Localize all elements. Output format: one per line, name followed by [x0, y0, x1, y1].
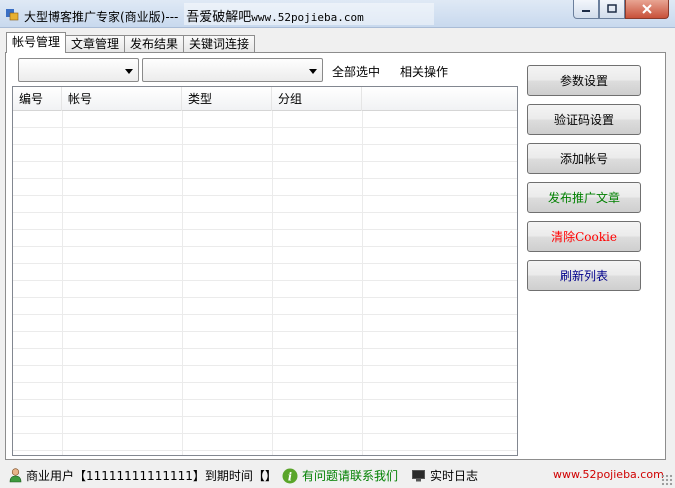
tab-strip: 帐号管理 文章管理 发布结果 关键词连接 — [6, 32, 256, 53]
related-operations-menu[interactable]: 相关操作 — [400, 63, 448, 80]
monitor-icon — [412, 469, 425, 481]
column-header-account[interactable]: 帐号 — [62, 87, 182, 111]
chevron-down-icon — [309, 69, 317, 74]
select-all-link[interactable]: 全部选中 — [332, 63, 380, 80]
resize-grip[interactable] — [661, 474, 673, 486]
app-icon — [6, 9, 19, 21]
user-status: 商业用户【11111111111111】到期时间【】 — [9, 467, 277, 484]
tab-account-management[interactable]: 帐号管理 — [6, 32, 67, 53]
maximize-icon — [607, 4, 617, 13]
column-divider — [272, 111, 273, 455]
list-header: 编号 帐号 类型 分组 — [13, 87, 517, 111]
contact-us-link[interactable]: i 有问题请联系我们 — [282, 467, 398, 484]
status-bar: 商业用户【11111111111111】到期时间【】 i 有问题请联系我们 实时… — [0, 460, 675, 488]
contact-us-text[interactable]: 有问题请联系我们 — [302, 467, 398, 484]
window-title: 大型博客推广专家(商业版)--- 吾爱破解吧www.52pojieba.com — [24, 6, 364, 25]
watermark: www.52pojieba.com — [553, 468, 664, 481]
parameter-settings-button[interactable]: 参数设置 — [527, 65, 641, 96]
title-brand: 吾爱破解吧 — [186, 10, 252, 25]
column-divider — [182, 111, 183, 455]
list-body[interactable] — [13, 111, 517, 455]
watermark-text: www.52pojieba.com — [553, 468, 664, 481]
account-filter-combo[interactable] — [18, 58, 139, 82]
publish-article-button[interactable]: 发布推广文章 — [527, 182, 641, 213]
account-list[interactable]: 编号 帐号 类型 分组 — [12, 86, 518, 456]
column-divider — [62, 111, 63, 455]
close-button[interactable] — [625, 0, 669, 19]
close-icon — [642, 4, 652, 14]
group-filter-combo[interactable] — [142, 58, 323, 82]
title-bar[interactable]: 大型博客推广专家(商业版)--- 吾爱破解吧www.52pojieba.com — [0, 0, 675, 28]
tab-publish-results[interactable]: 发布结果 — [124, 35, 185, 53]
maximize-button[interactable] — [599, 0, 625, 19]
minimize-icon — [582, 10, 590, 12]
chevron-down-icon — [125, 69, 133, 74]
user-icon — [9, 468, 22, 483]
captcha-settings-button[interactable]: 验证码设置 — [527, 104, 641, 135]
column-header-type[interactable]: 类型 — [182, 87, 272, 111]
column-header-group[interactable]: 分组 — [272, 87, 362, 111]
clear-cookie-button[interactable]: 清除Cookie — [527, 221, 641, 252]
user-status-text: 商业用户【11111111111111】到期时间【】 — [26, 469, 277, 483]
minimize-button[interactable] — [573, 0, 599, 19]
window-controls — [573, 0, 669, 20]
column-header-id[interactable]: 编号 — [13, 87, 62, 111]
refresh-list-button[interactable]: 刷新列表 — [527, 260, 641, 291]
realtime-log-text[interactable]: 实时日志 — [430, 467, 478, 484]
add-account-button[interactable]: 添加帐号 — [527, 143, 641, 174]
realtime-log-button[interactable]: 实时日志 — [412, 467, 478, 484]
title-url: www.52pojieba.com — [251, 11, 364, 24]
column-divider — [362, 111, 363, 455]
title-main: 大型博客推广专家(商业版)--- — [24, 10, 179, 24]
tab-article-management[interactable]: 文章管理 — [65, 35, 126, 53]
info-icon: i — [282, 468, 298, 483]
svg-text:i: i — [288, 470, 292, 483]
tab-keyword-links[interactable]: 关键词连接 — [183, 35, 256, 53]
